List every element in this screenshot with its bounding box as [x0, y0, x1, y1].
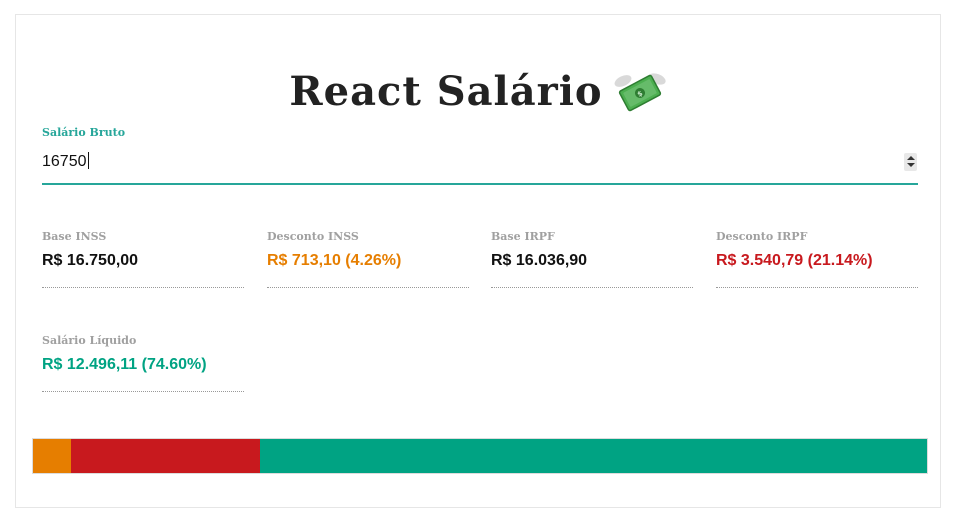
base-irpf-label: Base IRPF — [491, 230, 555, 243]
salario-bruto-value: 16750 — [42, 153, 87, 170]
app-title-row: React Salário $ — [16, 67, 940, 117]
text-caret — [87, 152, 89, 169]
desconto-irpf-stat: Desconto IRPF R$ 3.540,79 (21.14%) — [716, 230, 918, 288]
app-title: React Salário — [289, 68, 603, 115]
salary-card: React Salário $ Salário Bruto 16750 Base… — [15, 14, 941, 508]
desconto-inss-stat: Desconto INSS R$ 713,10 (4.26%) — [267, 230, 469, 288]
money-with-wings-icon: $ — [613, 69, 667, 113]
salary-breakdown-bar — [32, 438, 928, 474]
spinner-up-icon[interactable] — [907, 156, 915, 160]
desconto-inss-label: Desconto INSS — [267, 230, 359, 243]
base-inss-stat: Base INSS R$ 16.750,00 — [42, 230, 244, 288]
base-irpf-value: R$ 16.036,90 — [491, 252, 588, 269]
salario-bruto-label: Salário Bruto — [42, 126, 126, 139]
bar-segment-irpf — [71, 439, 261, 473]
salario-bruto-input[interactable]: 16750 — [42, 147, 918, 185]
salario-bruto-value-wrap: 16750 — [42, 152, 89, 171]
desconto-inss-value: R$ 713,10 (4.26%) — [267, 252, 402, 269]
base-irpf-stat: Base IRPF R$ 16.036,90 — [491, 230, 693, 288]
desconto-irpf-value: R$ 3.540,79 (21.14%) — [716, 252, 873, 269]
salario-liquido-value: R$ 12.496,11 (74.60%) — [42, 356, 207, 373]
bar-segment-inss — [33, 439, 72, 473]
base-inss-value: R$ 16.750,00 — [42, 252, 139, 269]
number-spinner-icon[interactable] — [904, 153, 917, 171]
desconto-irpf-label: Desconto IRPF — [716, 230, 808, 243]
salario-liquido-label: Salário Líquido — [42, 334, 137, 347]
bar-segment-liquido — [260, 439, 927, 473]
base-inss-label: Base INSS — [42, 230, 107, 243]
salario-liquido-stat: Salário Líquido R$ 12.496,11 (74.60%) — [42, 334, 244, 392]
spinner-down-icon[interactable] — [907, 163, 915, 167]
